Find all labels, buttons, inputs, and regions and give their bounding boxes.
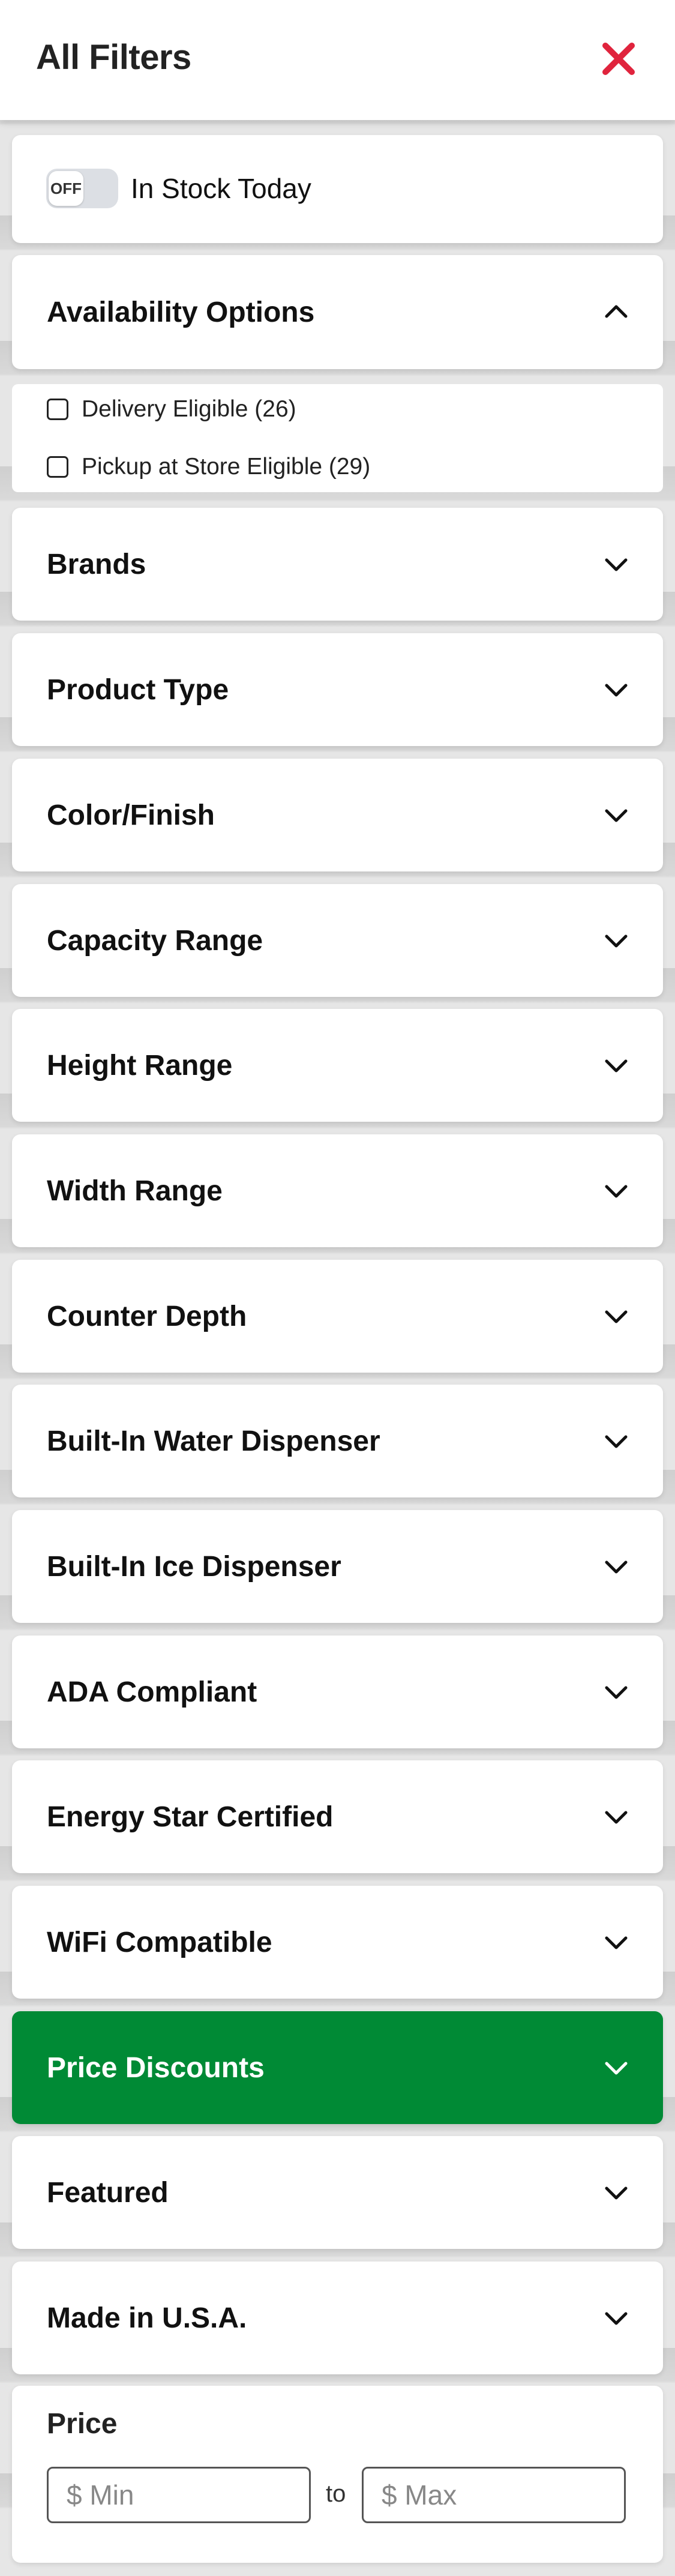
in-stock-panel: OFF In Stock Today: [12, 135, 663, 243]
chevron-down-icon: [605, 1435, 628, 1448]
accordion-title: Counter Depth: [47, 1300, 247, 1332]
chevron-up-icon: [605, 305, 628, 318]
chevron-down-icon: [605, 809, 628, 822]
accordion-title: Energy Star Certified: [47, 1801, 334, 1833]
accordion-title: Width Range: [47, 1175, 223, 1207]
chevron-down-icon: [605, 2312, 628, 2325]
accordion-title: Product Type: [47, 673, 229, 706]
delivery-eligible-checkbox[interactable]: [47, 399, 68, 420]
accordion-title: WiFi Compatible: [47, 1926, 272, 1958]
accordion-title: Built-In Water Dispenser: [47, 1425, 380, 1457]
accordion-capacity-range[interactable]: Capacity Range: [12, 884, 663, 997]
close-button[interactable]: [597, 37, 640, 80]
page-title: All Filters: [36, 38, 191, 77]
chevron-down-icon: [605, 1686, 628, 1699]
accordion-made-in-usa[interactable]: Made in U.S.A.: [12, 2262, 663, 2374]
accordion-color-finish[interactable]: Color/Finish: [12, 759, 663, 871]
accordion-title: Built-In Ice Dispenser: [47, 1550, 341, 1583]
in-stock-label: In Stock Today: [131, 173, 311, 204]
price-max-input[interactable]: [362, 2467, 626, 2523]
pickup-store-eligible-checkbox[interactable]: [47, 456, 68, 478]
accordion-counter-depth[interactable]: Counter Depth: [12, 1260, 663, 1373]
availability-options-list: Delivery Eligible (26) Pickup at Store E…: [12, 384, 663, 492]
price-to-label: to: [326, 2481, 346, 2507]
accordion-featured[interactable]: Featured: [12, 2136, 663, 2249]
accordion-height-range[interactable]: Height Range: [12, 1009, 663, 1122]
close-icon: [602, 43, 635, 75]
chevron-down-icon: [605, 1310, 628, 1323]
chevron-down-icon: [605, 1059, 628, 1073]
delivery-eligible-option[interactable]: Delivery Eligible (26): [47, 396, 296, 423]
option-label: Pickup at Store Eligible (29): [82, 454, 371, 480]
chevron-down-icon: [605, 2062, 628, 2075]
accordion-built-in-water-dispenser[interactable]: Built-In Water Dispenser: [12, 1385, 663, 1497]
accordion-energy-star-certified[interactable]: Energy Star Certified: [12, 1760, 663, 1873]
pickup-store-eligible-option[interactable]: Pickup at Store Eligible (29): [47, 454, 370, 480]
price-min-input[interactable]: [47, 2467, 311, 2523]
accordion-ada-compliant[interactable]: ADA Compliant: [12, 1636, 663, 1748]
chevron-down-icon: [605, 2186, 628, 2200]
accordion-brands[interactable]: Brands: [12, 508, 663, 621]
accordion-wifi-compatible[interactable]: WiFi Compatible: [12, 1886, 663, 1999]
option-label: Delivery Eligible (26): [82, 396, 296, 422]
chevron-down-icon: [605, 1936, 628, 1949]
chevron-down-icon: [605, 934, 628, 948]
chevron-down-icon: [605, 1811, 628, 1824]
accordion-title: ADA Compliant: [47, 1676, 257, 1708]
accordion-title: Color/Finish: [47, 799, 215, 831]
filters-header: All Filters: [0, 0, 675, 120]
accordion-title: Price Discounts: [47, 2051, 265, 2084]
in-stock-toggle[interactable]: OFF: [46, 169, 118, 208]
accordion-availability-options[interactable]: Availability Options: [12, 255, 663, 369]
price-title: Price: [47, 2408, 118, 2440]
chevron-down-icon: [605, 1560, 628, 1574]
chevron-down-icon: [605, 558, 628, 571]
accordion-title: Featured: [47, 2176, 169, 2209]
accordion-title: Made in U.S.A.: [47, 2302, 247, 2334]
price-panel: Price to: [12, 2386, 663, 2563]
toggle-state-label: OFF: [49, 171, 83, 206]
accordion-product-type[interactable]: Product Type: [12, 633, 663, 746]
accordion-built-in-ice-dispenser[interactable]: Built-In Ice Dispenser: [12, 1510, 663, 1623]
accordion-title: Capacity Range: [47, 924, 263, 957]
accordion-title: Height Range: [47, 1049, 233, 1082]
accordion-title: Brands: [47, 548, 146, 580]
chevron-down-icon: [605, 684, 628, 697]
accordion-price-discounts[interactable]: Price Discounts: [12, 2011, 663, 2124]
accordion-title: Availability Options: [47, 296, 315, 328]
chevron-down-icon: [605, 1185, 628, 1198]
accordion-width-range[interactable]: Width Range: [12, 1134, 663, 1247]
